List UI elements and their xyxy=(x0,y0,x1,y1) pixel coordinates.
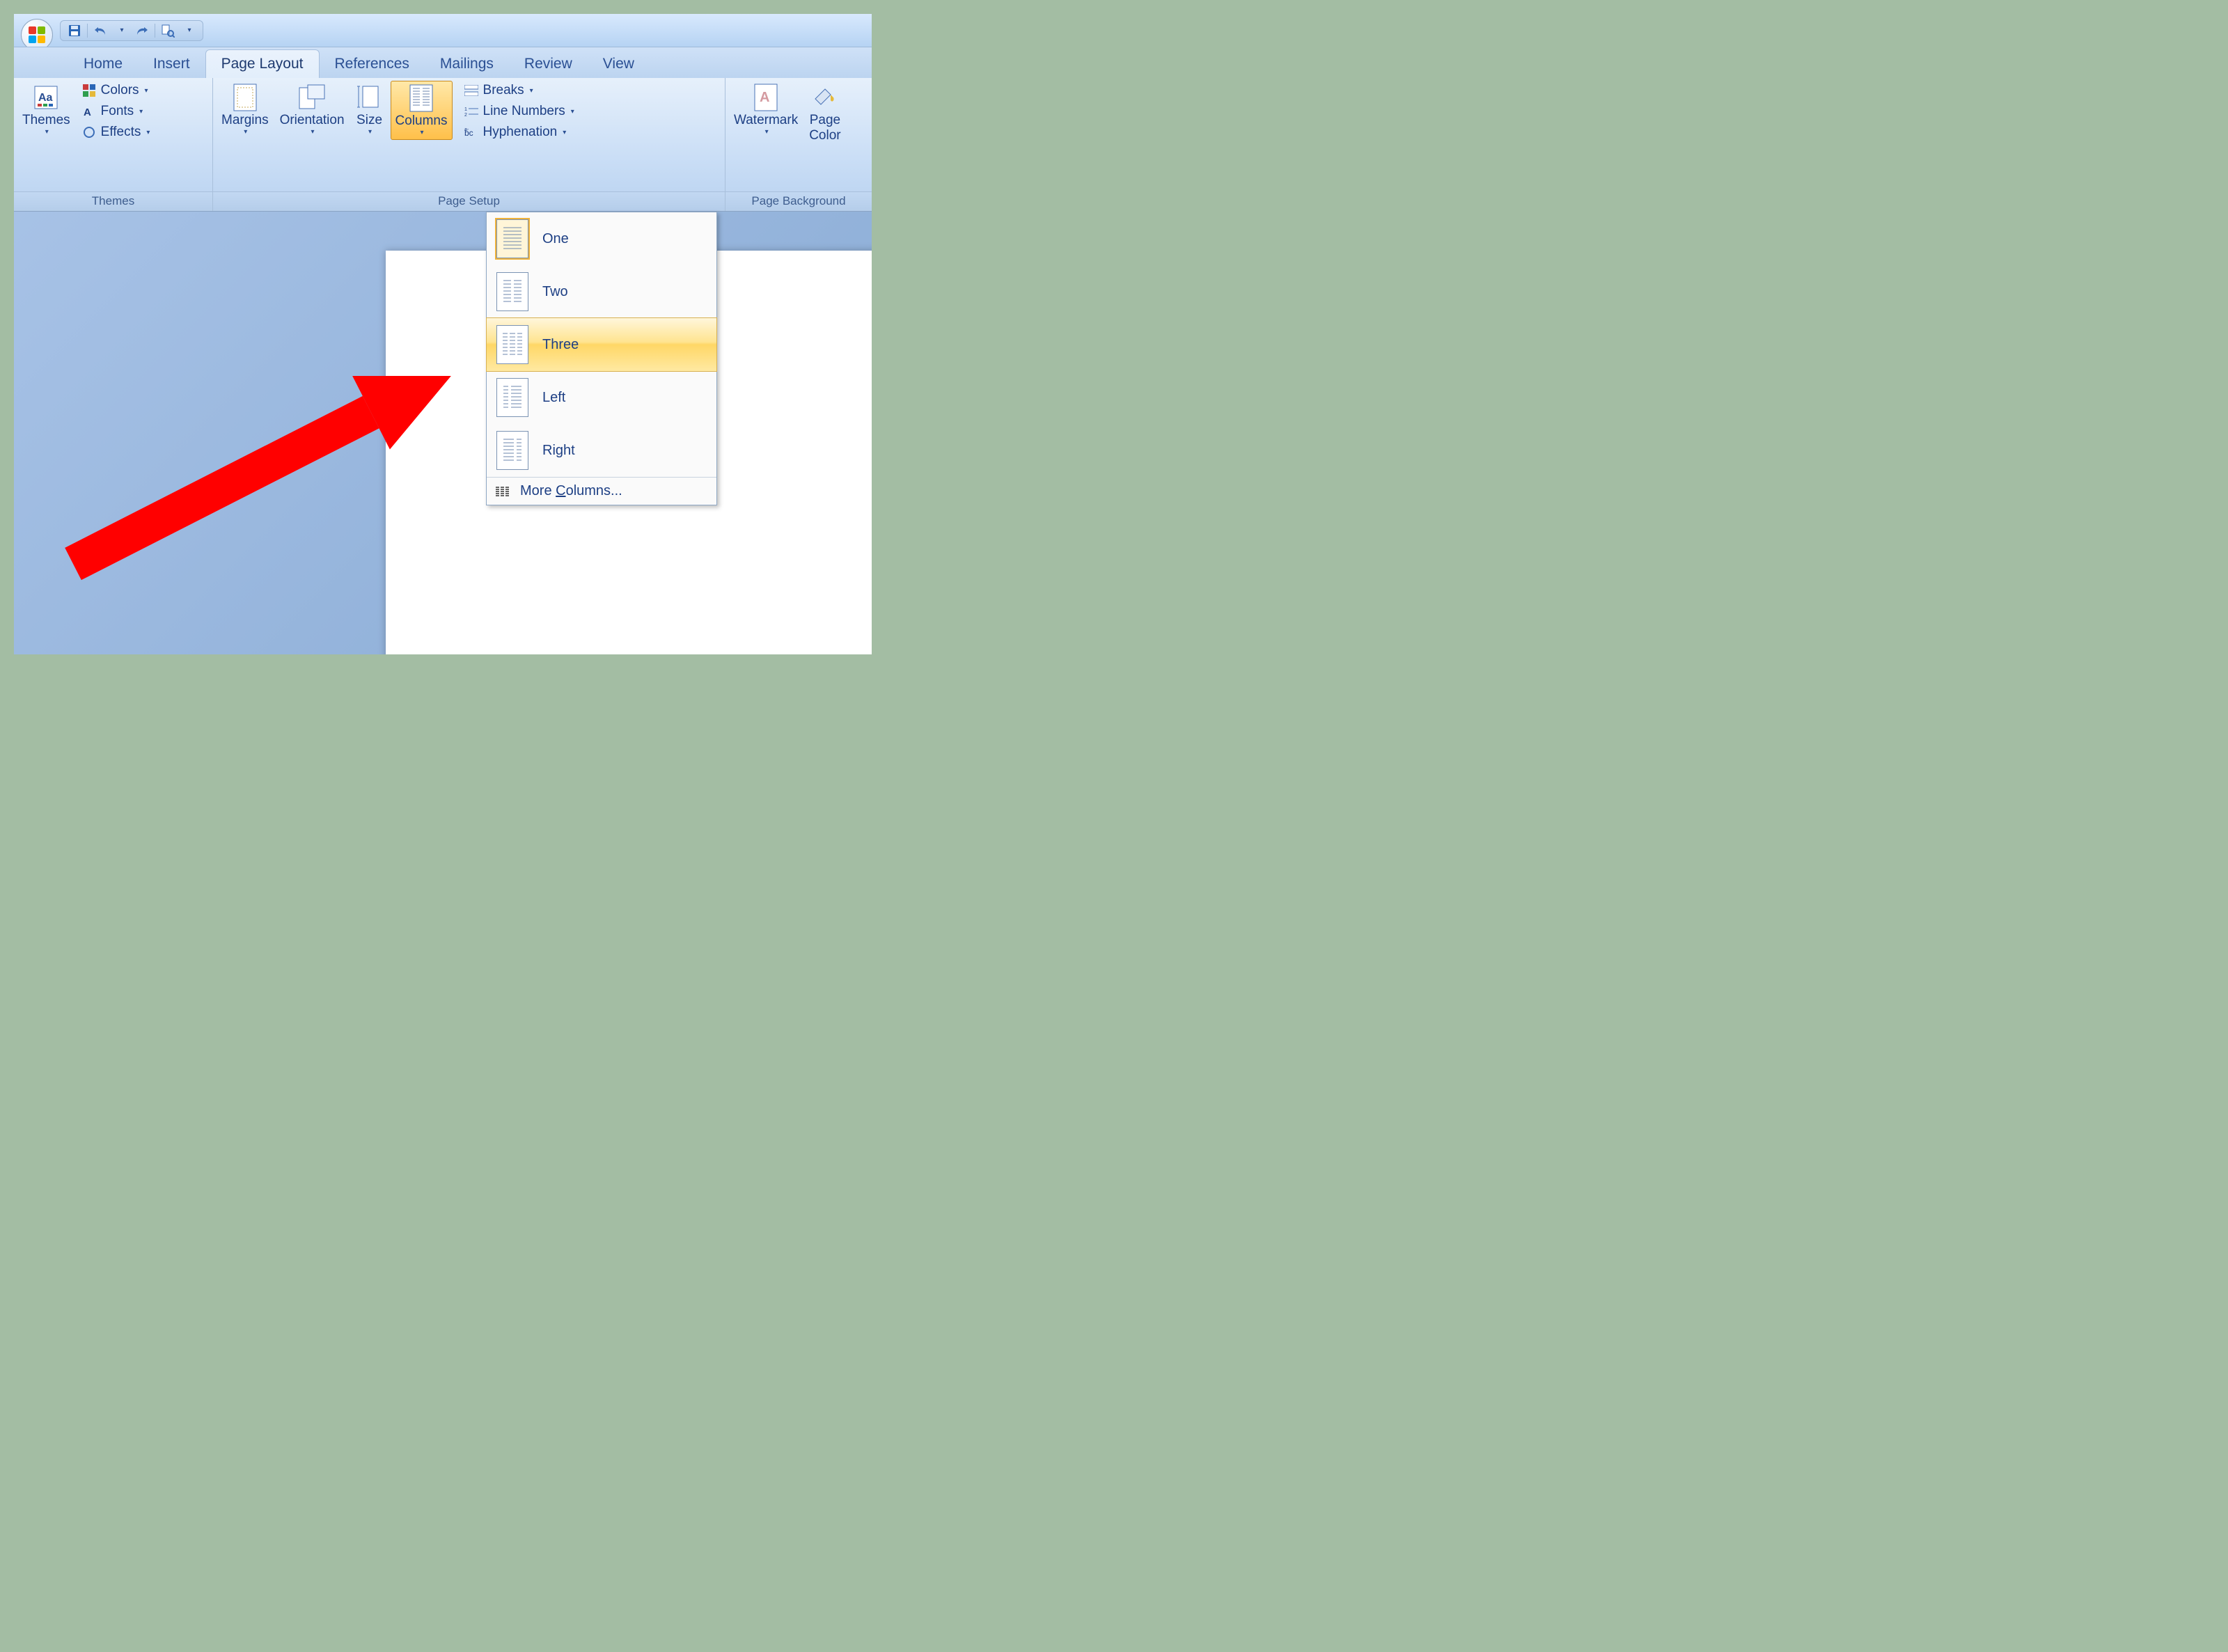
columns-option-right[interactable]: Right xyxy=(487,424,716,477)
left-label: Left xyxy=(542,390,565,406)
ribbon: Aa Themes ▾ Colors▾ A Fonts▾ xyxy=(14,78,872,212)
svg-text:a-: a- xyxy=(464,127,469,132)
titlebar: ▾ ▾ xyxy=(14,14,872,47)
save-icon[interactable] xyxy=(66,23,83,38)
group-themes-label: Themes xyxy=(14,191,212,211)
separator xyxy=(87,24,88,38)
group-page-background: A Watermark ▾ Page Color Page Background xyxy=(725,78,872,211)
margins-icon xyxy=(231,84,259,111)
columns-dropdown: One Two Three Left Right xyxy=(486,212,717,505)
theme-fonts-button[interactable]: A Fonts▾ xyxy=(77,102,155,121)
tab-view[interactable]: View xyxy=(588,50,650,78)
undo-icon[interactable] xyxy=(92,23,109,38)
columns-label: Columns xyxy=(395,113,448,129)
chevron-down-icon[interactable]: ▾ xyxy=(113,23,130,38)
line-numbers-label: Line Numbers xyxy=(483,104,565,119)
right-label: Right xyxy=(542,443,575,459)
margins-label: Margins xyxy=(221,113,269,128)
one-label: One xyxy=(542,231,569,247)
svg-text:1: 1 xyxy=(464,107,467,112)
group-page-setup-label: Page Setup xyxy=(213,191,725,211)
svg-text:A: A xyxy=(760,90,769,105)
theme-effects-button[interactable]: Effects▾ xyxy=(77,123,155,142)
right-column-icon xyxy=(496,431,528,470)
one-column-icon xyxy=(496,219,528,258)
hyphenation-button[interactable]: bca- Hyphenation▾ xyxy=(460,123,579,142)
more-columns-button[interactable]: More Columns... xyxy=(487,477,716,505)
columns-option-one[interactable]: One xyxy=(487,212,716,265)
two-label: Two xyxy=(542,284,568,300)
three-label: Three xyxy=(542,337,579,353)
group-themes: Aa Themes ▾ Colors▾ A Fonts▾ xyxy=(14,78,213,211)
tab-insert[interactable]: Insert xyxy=(138,50,205,78)
group-page-setup: Margins ▾ Orientation ▾ Size ▾ xyxy=(213,78,725,211)
svg-text:2: 2 xyxy=(464,113,467,117)
breaks-icon xyxy=(464,83,479,98)
effects-icon xyxy=(81,125,97,140)
office-button[interactable] xyxy=(21,19,53,48)
three-column-icon xyxy=(496,325,528,364)
orientation-label: Orientation xyxy=(280,113,345,128)
columns-option-left[interactable]: Left xyxy=(487,371,716,424)
columns-option-two[interactable]: Two xyxy=(487,265,716,318)
svg-text:A: A xyxy=(84,107,91,118)
office-logo-icon xyxy=(29,26,45,43)
hyphenation-label: Hyphenation xyxy=(483,125,558,140)
columns-button[interactable]: Columns ▾ xyxy=(391,81,453,140)
tab-home[interactable]: Home xyxy=(68,50,138,78)
chevron-down-icon: ▾ xyxy=(45,128,49,136)
colors-label: Colors xyxy=(101,83,139,98)
orientation-icon xyxy=(298,84,326,111)
effects-label: Effects xyxy=(101,125,141,140)
watermark-button[interactable]: A Watermark ▾ xyxy=(730,81,802,139)
tab-page-layout[interactable]: Page Layout xyxy=(205,49,320,78)
themes-label: Themes xyxy=(22,113,70,128)
colors-icon xyxy=(81,83,97,98)
line-numbers-icon: 12 xyxy=(464,104,479,119)
more-columns-icon xyxy=(495,484,510,499)
tab-review[interactable]: Review xyxy=(509,50,588,78)
watermark-icon: A xyxy=(752,84,780,111)
tab-mailings[interactable]: Mailings xyxy=(425,50,509,78)
orientation-button[interactable]: Orientation ▾ xyxy=(276,81,349,139)
size-icon xyxy=(356,84,384,111)
page-color-button[interactable]: Page Color xyxy=(805,81,845,146)
size-label: Size xyxy=(356,113,382,128)
tab-references[interactable]: References xyxy=(320,50,425,78)
left-column-icon xyxy=(496,378,528,417)
page-color-label: Page Color xyxy=(809,113,840,143)
page-color-icon xyxy=(811,84,839,111)
themes-button[interactable]: Aa Themes ▾ xyxy=(18,81,74,139)
print-preview-icon[interactable] xyxy=(159,23,176,38)
redo-icon[interactable] xyxy=(134,23,150,38)
columns-option-three[interactable]: Three xyxy=(486,317,717,372)
columns-icon xyxy=(407,84,435,112)
breaks-label: Breaks xyxy=(483,83,524,98)
hyphenation-icon: bca- xyxy=(464,125,479,140)
themes-icon: Aa xyxy=(32,84,60,111)
qat-customize-icon[interactable]: ▾ xyxy=(180,23,197,38)
quick-access-toolbar: ▾ ▾ xyxy=(60,20,203,41)
fonts-label: Fonts xyxy=(101,104,134,119)
two-column-icon xyxy=(496,272,528,311)
line-numbers-button[interactable]: 12 Line Numbers▾ xyxy=(460,102,579,121)
document-area xyxy=(14,212,872,654)
more-columns-label: More Columns... xyxy=(520,483,622,499)
watermark-label: Watermark xyxy=(734,113,798,128)
svg-text:Aa: Aa xyxy=(38,92,53,104)
margins-button[interactable]: Margins ▾ xyxy=(217,81,273,139)
size-button[interactable]: Size ▾ xyxy=(352,81,388,139)
app-window: ▾ ▾ Home Insert Page Layout References M… xyxy=(14,14,872,654)
breaks-button[interactable]: Breaks▾ xyxy=(460,81,579,100)
theme-colors-button[interactable]: Colors▾ xyxy=(77,81,155,100)
group-page-bg-label: Page Background xyxy=(725,191,872,211)
ribbon-tabbar: Home Insert Page Layout References Maili… xyxy=(14,47,872,78)
fonts-icon: A xyxy=(81,104,97,119)
